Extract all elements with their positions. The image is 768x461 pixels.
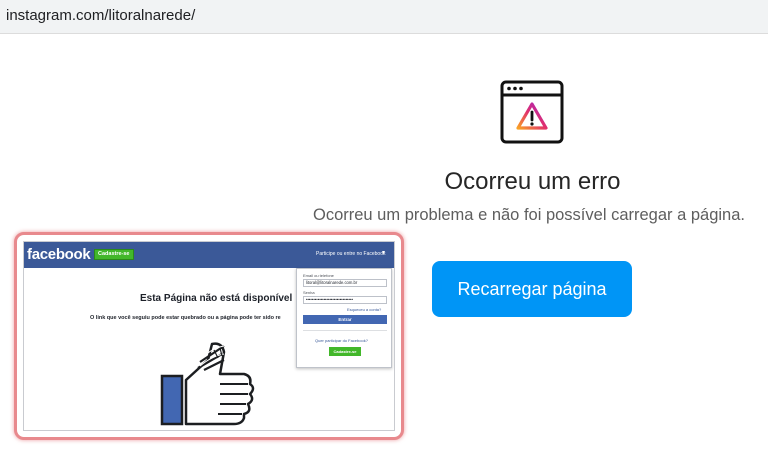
facebook-screenshot: facebook Cadastre-se Participe ou entre … (23, 241, 395, 431)
facebook-page-title: Esta Página não está disponível (140, 293, 293, 304)
password-field: •••••••••••••••••••••••••••••••• (303, 296, 387, 304)
url-text[interactable]: instagram.com/litoralnarede/ (6, 7, 195, 24)
facebook-logo: facebook (27, 246, 91, 263)
facebook-screenshot-frame: facebook Cadastre-se Participe ou entre … (14, 232, 404, 440)
facebook-join-text: Participe ou entre no Facebook (316, 251, 386, 257)
divider (303, 330, 387, 331)
login-button: Entrar (303, 315, 387, 324)
password-label: Senha (303, 290, 315, 295)
error-window-icon (500, 80, 564, 144)
facebook-signup-top-button: Cadastre-se (94, 249, 134, 260)
reload-page-button[interactable]: Recarregar página (432, 261, 632, 317)
page: instagram.com/litoralnarede/ Ocorreu um … (0, 0, 768, 461)
join-question: Quer participar do Facebook? (315, 338, 368, 343)
facebook-login-dropdown: Email ou telefone litoral@litoralnarede.… (296, 268, 392, 368)
bandaged-thumbs-up-icon (160, 342, 255, 426)
email-field: litoral@litoralnarede.com.br (303, 279, 387, 287)
forgot-account-link: Esqueceu a conta? (347, 307, 382, 312)
facebook-header-bar: facebook Cadastre-se Participe ou entre … (24, 242, 394, 268)
chevron-down-icon: ▾ (382, 250, 386, 256)
facebook-signup-button: Cadastre-se (329, 347, 361, 356)
email-label: Email ou telefone (303, 273, 334, 278)
error-title: Ocorreu um erro (444, 168, 621, 195)
error-description: Ocorreu um problema e não foi possível c… (313, 206, 745, 224)
facebook-page-subtitle: O link que você seguiu pode estar quebra… (90, 315, 281, 321)
address-bar[interactable]: instagram.com/litoralnarede/ (0, 0, 768, 34)
